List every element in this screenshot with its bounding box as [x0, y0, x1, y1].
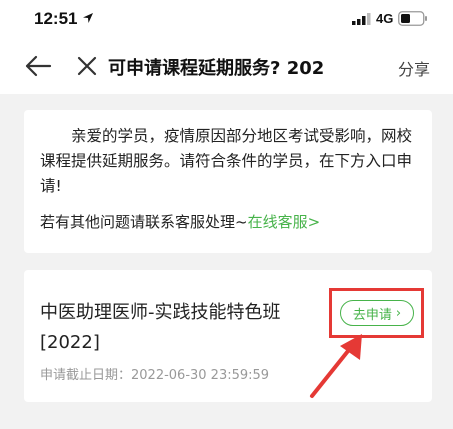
status-time: 12:51	[34, 9, 78, 28]
online-service-link[interactable]: 在线客服>	[248, 213, 321, 231]
nav-bar: 可申请课程延期服务? 202 分享	[0, 38, 453, 94]
network-label: 4G	[376, 11, 394, 26]
notice-text: 亲爱的学员，疫情原因部分地区考试受影响，网校课程提供延期服务。请符合条件的学员，…	[40, 127, 413, 195]
close-icon[interactable]	[76, 55, 98, 77]
notice-card: 亲爱的学员，疫情原因部分地区考试受影响，网校课程提供延期服务。请符合条件的学员，…	[24, 110, 432, 253]
share-button[interactable]: 分享	[398, 56, 430, 80]
apply-deadline: 申请截止日期：2022-06-30 23:59:59	[40, 368, 270, 383]
course-card: 中医助理医师-实践技能特色班[2022] 申请截止日期：2022-06-30 2…	[24, 270, 432, 402]
course-title: 中医助理医师-实践技能特色班[2022]	[40, 302, 281, 353]
apply-button[interactable]: 去申请 ›	[340, 300, 414, 326]
back-arrow-icon[interactable]	[24, 54, 52, 78]
chevron-right-icon: ›	[395, 305, 402, 321]
signal-icon	[352, 13, 371, 25]
status-bar: 12:51 4G	[0, 0, 453, 38]
battery-icon	[398, 11, 427, 26]
contact-line: 若有其他问题请联系客服处理~在线客服>	[40, 211, 320, 232]
apply-button-label: 去申请	[352, 307, 392, 323]
page-title: 可申请课程延期服务? 202	[108, 58, 325, 79]
contact-prefix: 若有其他问题请联系客服处理~	[40, 213, 248, 231]
location-arrow-icon	[83, 13, 93, 23]
annotation-arrow-icon	[310, 334, 362, 398]
